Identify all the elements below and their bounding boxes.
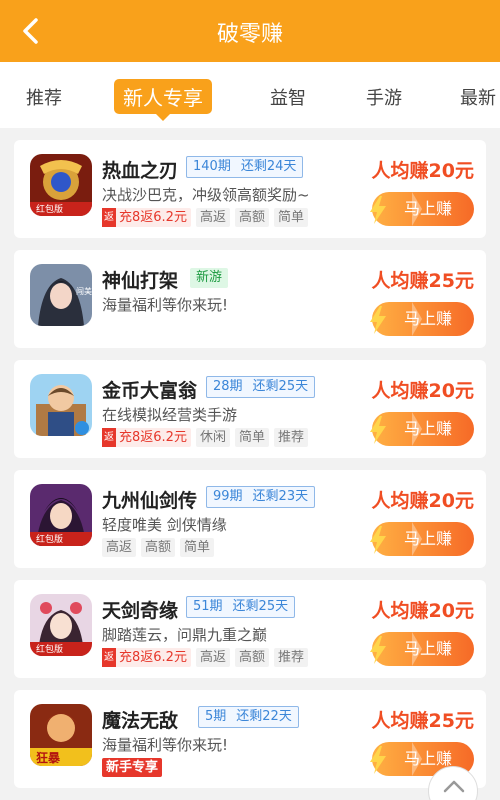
tag: 高返 — [195, 208, 230, 227]
tag: 高返 — [102, 538, 137, 557]
arrow-right-icon — [412, 522, 422, 556]
game-card[interactable]: 闯美 神仙打架 新游 海量福利等你来玩! 人均赚25元 马上赚 — [14, 250, 486, 348]
earn-amount: 人均赚25元 — [371, 710, 474, 732]
tag-row: 高返 高额 简单 — [102, 538, 219, 558]
earn-amount: 人均赚25元 — [371, 270, 474, 292]
game-name: 九州仙剑传 — [102, 490, 198, 512]
period-badge: 5期 还剩22天 — [198, 706, 299, 728]
tab-latest[interactable]: 最新 — [460, 84, 496, 110]
game-desc: 海量福利等你来玩! — [102, 296, 229, 314]
icon-badge: 红包版 — [36, 533, 63, 545]
game-card[interactable]: 红包版 天剑奇缘 51期 还剩25天 脚踏莲云，问鼎九重之巅 返充8返6.2元 高返… — [14, 580, 486, 678]
lightning-icon — [370, 306, 386, 334]
game-name: 金币大富翁 — [102, 380, 198, 402]
game-desc: 决战沙巴克，冲级领高额奖励~ — [102, 186, 310, 204]
earn-now-button[interactable]: 马上赚 — [370, 632, 474, 666]
chevron-up-icon — [443, 780, 465, 793]
tab-recommend[interactable]: 推荐 — [26, 84, 62, 110]
lightning-icon — [370, 636, 386, 664]
period-badge: 51期 还剩25天 — [186, 596, 296, 618]
lightning-icon — [370, 746, 386, 774]
game-icon: 狂暴 — [30, 704, 92, 766]
rebate-tag: 返充8返6.2元 — [102, 648, 191, 667]
earn-amount: 人均赚20元 — [371, 490, 474, 512]
arrow-right-icon — [412, 302, 422, 336]
tag: 休闲 — [195, 428, 230, 447]
tag: 推荐 — [273, 428, 308, 447]
tag-row: 返充8返6.2元 高返 高额 推荐 — [102, 648, 313, 668]
game-card[interactable]: 红包版 热血之刃 140期 还剩24天 决战沙巴克，冲级领高额奖励~ 返充8返6.… — [14, 140, 486, 238]
tag-row: 返充8返6.2元 高返 高额 简单 — [102, 208, 313, 228]
tag: 简单 — [273, 208, 308, 227]
arrow-right-icon — [412, 742, 422, 776]
game-card[interactable]: 金币大富翁 28期 还剩25天 在线模拟经营类手游 返充8返6.2元 休闲 简单 推荐 … — [14, 360, 486, 458]
novice-tag: 新手专享 — [102, 758, 163, 777]
game-icon: 闯美 — [30, 264, 92, 326]
game-name: 神仙打架 — [102, 270, 179, 292]
tag: 推荐 — [273, 648, 308, 667]
icon-badge: 红包版 — [36, 203, 63, 215]
game-card[interactable]: 红包版 九州仙剑传 99期 还剩23天 轻度唯美 剑侠情缘 高返 高额 简单 人均赚2… — [14, 470, 486, 568]
arrow-right-icon — [412, 632, 422, 666]
game-icon: 红包版 — [30, 594, 92, 656]
period-badge: 99期 还剩23天 — [206, 486, 316, 508]
game-desc: 轻度唯美 剑侠情缘 — [102, 516, 227, 534]
earn-amount: 人均赚20元 — [371, 600, 474, 622]
game-name: 天剑奇缘 — [102, 600, 179, 622]
period-badge: 140期 还剩24天 — [186, 156, 304, 178]
earn-now-button[interactable]: 马上赚 — [370, 192, 474, 226]
tag: 高额 — [234, 648, 269, 667]
lightning-icon — [370, 196, 386, 224]
earn-now-button[interactable]: 马上赚 — [370, 302, 474, 336]
icon-badge: 闯美 — [76, 286, 92, 296]
game-desc: 在线模拟经营类手游 — [102, 406, 238, 424]
new-game-tag: 新游 — [190, 268, 229, 288]
tag: 高额 — [141, 538, 176, 557]
game-icon: 红包版 — [30, 484, 92, 546]
tag: 高返 — [195, 648, 230, 667]
tag-row: 新手专享 — [102, 758, 167, 778]
category-tabs: 推荐 新人专享 益智 手游 最新 — [0, 62, 500, 128]
tag: 简单 — [180, 538, 215, 557]
arrow-right-icon — [412, 412, 422, 446]
tag-row: 返充8返6.2元 休闲 简单 推荐 — [102, 428, 313, 448]
game-desc: 脚踏莲云，问鼎九重之巅 — [102, 626, 268, 644]
icon-badge: 红包版 — [36, 643, 63, 655]
earn-amount: 人均赚20元 — [371, 160, 474, 182]
earn-amount: 人均赚20元 — [371, 380, 474, 402]
page-title: 破零赚 — [216, 22, 283, 47]
rebate-tag: 返充8返6.2元 — [102, 208, 191, 227]
game-card[interactable]: 狂暴 魔法无敌 5期 还剩22天 海量福利等你来玩! 新手专享 人均赚25元 马上… — [14, 690, 486, 788]
period-badge: 28期 还剩25天 — [206, 376, 316, 398]
app-header: 破零赚 — [0, 0, 500, 62]
lightning-icon — [370, 416, 386, 444]
tab-mobile-games[interactable]: 手游 — [366, 84, 402, 110]
rebate-tag: 返充8返6.2元 — [102, 428, 191, 447]
earn-now-button[interactable]: 马上赚 — [370, 522, 474, 556]
tag: 高额 — [234, 208, 269, 227]
icon-badge: 狂暴 — [36, 750, 61, 765]
game-name: 热血之刃 — [102, 160, 179, 182]
tab-newcomer[interactable]: 新人专享 — [114, 79, 212, 121]
scroll-top-button[interactable] — [428, 766, 478, 800]
tag: 简单 — [234, 428, 269, 447]
game-icon — [30, 374, 92, 436]
earn-now-button[interactable]: 马上赚 — [370, 412, 474, 446]
arrow-right-icon — [412, 192, 422, 226]
lightning-icon — [370, 526, 386, 554]
tab-puzzle[interactable]: 益智 — [270, 84, 306, 110]
game-desc: 海量福利等你来玩! — [102, 736, 229, 754]
game-name: 魔法无敌 — [102, 710, 179, 732]
game-icon: 红包版 — [30, 154, 92, 216]
